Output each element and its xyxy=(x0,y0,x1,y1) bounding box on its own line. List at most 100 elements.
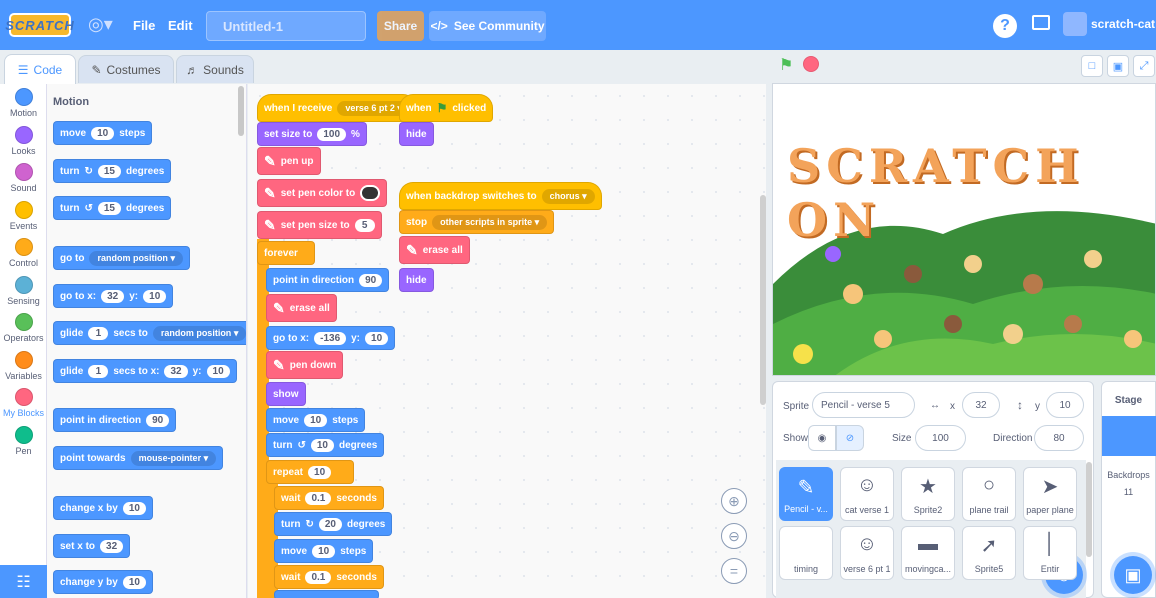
block-input[interactable]: 1 xyxy=(88,364,109,378)
block-input[interactable]: 10 xyxy=(308,465,332,479)
category-pen[interactable]: Pen xyxy=(0,425,47,456)
block-dropdown[interactable]: random position ▾ xyxy=(89,250,183,266)
zoom-out-icon[interactable]: ⊖ xyxy=(721,523,747,549)
sprite-tile[interactable]: ➤ paper plane xyxy=(1023,467,1077,521)
block-set-pen-color[interactable]: ✎ set pen color to xyxy=(257,179,388,207)
block-input[interactable]: 10 xyxy=(143,289,167,303)
block-hide[interactable]: hide xyxy=(399,268,434,292)
palette-scrollbar[interactable] xyxy=(238,86,244,136)
block-move-steps[interactable]: move 10 steps xyxy=(274,539,374,563)
sprite-tile[interactable]: ☺ verse 6 pt 1 xyxy=(840,526,894,580)
stage-thumbnail[interactable] xyxy=(1102,416,1156,456)
block-input[interactable]: 10 xyxy=(91,126,115,140)
block-input[interactable]: 5 xyxy=(354,218,375,232)
block-glide-xy[interactable]: glide 1 secs to x: 32 y: 10 xyxy=(53,359,237,383)
zoom-reset-icon[interactable]: = xyxy=(721,558,747,584)
block-input[interactable]: 10 xyxy=(365,331,389,345)
block-when-backdrop-switches[interactable]: when backdrop switches to chorus ▾ xyxy=(399,182,602,210)
edit-menu[interactable]: Edit xyxy=(168,18,193,33)
add-extension-icon[interactable]: ☷ xyxy=(0,565,47,598)
block-set-pen-size[interactable]: ✎ set pen size to 5 xyxy=(257,211,382,239)
category-motion[interactable]: Motion xyxy=(0,88,47,118)
size-input[interactable]: 100 xyxy=(915,425,966,451)
block-point-towards[interactable]: point towards mouse-pointer ▾ xyxy=(53,446,224,470)
block-show[interactable]: show xyxy=(266,382,306,406)
sprite-name-input[interactable]: Pencil - verse 5 xyxy=(812,392,915,418)
x-input[interactable]: 32 xyxy=(962,392,1000,418)
block-partial[interactable] xyxy=(274,590,379,598)
block-input[interactable]: 0.1 xyxy=(305,570,332,584)
project-title-input[interactable]: Untitled-1 xyxy=(206,11,366,41)
block-change-x[interactable]: change x by 10 xyxy=(53,496,153,520)
block-forever[interactable]: forever xyxy=(257,241,315,265)
block-move-steps[interactable]: move 10 steps xyxy=(266,408,366,432)
block-goto-xy[interactable]: go to x: 32 y: 10 xyxy=(53,284,174,308)
zoom-in-icon[interactable]: ⊕ xyxy=(721,488,747,514)
sprite-tile[interactable]: timing xyxy=(779,526,833,580)
my-stuff-folder-icon[interactable] xyxy=(1032,15,1050,30)
sprite-tile[interactable]: ✎ Pencil - v... xyxy=(779,467,833,521)
block-input[interactable]: 32 xyxy=(100,539,124,553)
y-input[interactable]: 10 xyxy=(1046,392,1084,418)
show-hidden-icon[interactable]: ⊘ xyxy=(836,425,864,451)
block-input[interactable]: 10 xyxy=(206,364,230,378)
block-input[interactable]: 15 xyxy=(97,201,121,215)
sprite-tile[interactable]: ★ Sprite2 xyxy=(901,467,955,521)
block-pen-down[interactable]: ✎ pen down xyxy=(266,351,344,379)
sprite-tile[interactable]: ▬ movingca... xyxy=(901,526,955,580)
username-menu[interactable]: scratch-cat xyxy=(1091,17,1155,31)
tab-code[interactable]: ☰ Code xyxy=(4,54,76,84)
tab-sounds[interactable]: ♬ Sounds xyxy=(176,55,254,83)
scratch-logo[interactable]: SCRATCH xyxy=(5,13,74,37)
block-input[interactable]: 10 xyxy=(122,575,146,589)
block-dropdown[interactable]: chorus ▾ xyxy=(541,188,595,204)
block-input[interactable]: 32 xyxy=(164,364,188,378)
sprite-tile[interactable]: ➚ Sprite5 xyxy=(962,526,1016,580)
direction-input[interactable]: 80 xyxy=(1034,425,1084,451)
block-point-direction[interactable]: point in direction 90 xyxy=(53,408,177,432)
block-turn-right[interactable]: turn ↻ 20 degrees xyxy=(274,512,393,536)
block-turn-left[interactable]: turn ↺ 10 degrees xyxy=(266,433,385,457)
block-dropdown[interactable]: mouse-pointer ▾ xyxy=(130,450,217,466)
small-stage-icon[interactable]: □ xyxy=(1081,55,1103,77)
choose-backdrop-icon[interactable]: ▣ xyxy=(1114,556,1152,594)
block-goto-random[interactable]: go to random position ▾ xyxy=(53,246,190,270)
block-change-y[interactable]: change y by 10 xyxy=(53,570,153,594)
block-input[interactable]: 0.1 xyxy=(305,491,332,505)
block-stop[interactable]: stop other scripts in sprite ▾ xyxy=(399,210,555,234)
help-icon[interactable]: ? xyxy=(993,14,1017,38)
block-turn-right[interactable]: turn ↻ 15 degrees xyxy=(53,159,172,183)
block-input[interactable]: 90 xyxy=(146,413,170,427)
block-dropdown[interactable]: other scripts in sprite ▾ xyxy=(432,214,548,230)
show-visible-icon[interactable]: ◉ xyxy=(808,425,836,451)
category-sound[interactable]: Sound xyxy=(0,163,47,193)
language-globe-icon[interactable]: ◎▾ xyxy=(88,14,113,35)
stop-icon[interactable] xyxy=(803,56,819,72)
green-flag-icon[interactable]: ⚑ xyxy=(779,55,793,75)
sprite-tile[interactable]: ○ plane trail xyxy=(962,467,1016,521)
user-avatar[interactable] xyxy=(1063,12,1087,36)
category-variables[interactable]: Variables xyxy=(0,350,47,381)
share-button[interactable]: Share xyxy=(377,11,424,41)
block-input[interactable]: 32 xyxy=(101,289,125,303)
block-point-direction[interactable]: point in direction 90 xyxy=(266,268,390,292)
block-input[interactable]: 15 xyxy=(97,164,121,178)
block-glide-random[interactable]: glide 1 secs to random position ▾ xyxy=(53,321,246,345)
block-input[interactable]: 90 xyxy=(359,273,383,287)
block-set-size[interactable]: set size to 100% xyxy=(257,122,367,146)
block-wait[interactable]: wait 0.1 seconds xyxy=(274,486,384,510)
see-community-button[interactable]: </> See Community xyxy=(429,11,546,41)
block-hide[interactable]: hide xyxy=(399,122,434,146)
block-repeat[interactable]: repeat 10 xyxy=(266,460,354,484)
workspace-scrollbar[interactable] xyxy=(760,195,766,405)
block-input[interactable]: 10 xyxy=(310,438,334,452)
block-turn-left[interactable]: turn ↺ 15 degrees xyxy=(53,196,172,220)
block-when-i-receive[interactable]: when I receiveverse 6 pt 2 ▾ xyxy=(257,94,417,122)
category-sensing[interactable]: Sensing xyxy=(0,275,47,306)
block-input[interactable]: 10 xyxy=(312,544,336,558)
code-workspace[interactable]: when I receiveverse 6 pt 2 ▾ set size to… xyxy=(248,84,766,598)
sprite-tile[interactable]: │ Entir xyxy=(1023,526,1077,580)
block-input[interactable]: 100 xyxy=(317,127,347,141)
block-pen-up[interactable]: ✎ pen up xyxy=(257,147,321,175)
category-looks[interactable]: Looks xyxy=(0,125,47,156)
